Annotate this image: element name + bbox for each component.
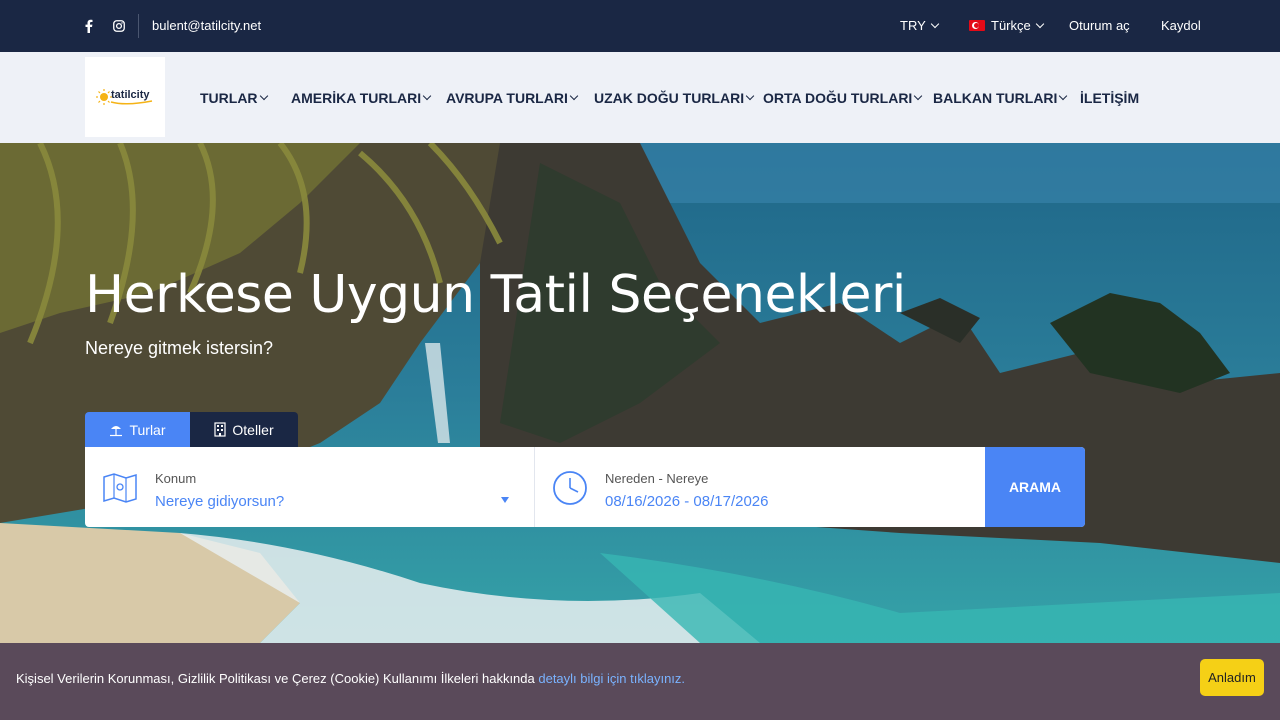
language-selector[interactable]: Türkçe <box>969 18 1044 33</box>
currency-label: TRY <box>900 18 926 33</box>
chevron-down-icon <box>930 19 940 28</box>
cookie-banner: Kişisel Verilerin Korunması, Gizlilik Po… <box>0 643 1280 720</box>
chevron-down-icon <box>914 91 923 101</box>
divider <box>138 14 139 38</box>
nav-item-avrupa[interactable]: AVRUPA TURLARI <box>446 90 579 106</box>
date-range-field[interactable]: Nereden - Nereye 08/16/2026 - 08/17/2026 <box>535 447 985 527</box>
cookie-message: Kişisel Verilerin Korunması, Gizlilik Po… <box>16 671 539 686</box>
language-label: Türkçe <box>991 18 1031 33</box>
location-input[interactable]: Nereye gidiyorsun? <box>155 493 284 510</box>
tab-tours-label: Turlar <box>129 421 166 438</box>
nav-item-amerika[interactable]: AMERİKA TURLARI <box>291 90 432 106</box>
tab-hotels-label: Oteller <box>232 421 274 438</box>
nav-label: AMERİKA TURLARI <box>291 90 422 106</box>
hero-title: Herkese Uygun Tatil Seçenekleri <box>85 265 906 325</box>
search-form: Konum Nereye gidiyorsun? Nereden - Nerey… <box>85 447 1085 527</box>
nav-label: TURLAR <box>200 90 258 106</box>
chevron-down-icon <box>745 91 755 101</box>
chevron-down-icon <box>259 91 268 101</box>
tab-tours[interactable]: Turlar <box>85 412 190 447</box>
date-range-input[interactable]: 08/16/2026 - 08/17/2026 <box>605 493 768 510</box>
nav-label: BALKAN TURLARI <box>933 90 1058 106</box>
logo[interactable]: tatilcity <box>85 57 165 137</box>
chevron-down-icon <box>569 91 579 101</box>
chevron-down-icon <box>1035 19 1044 28</box>
nav-item-uzak-dogu[interactable]: UZAK DOĞU TURLARI <box>594 90 755 106</box>
register-link[interactable]: Kaydol <box>1161 18 1201 33</box>
login-link[interactable]: Oturum aç <box>1069 18 1130 33</box>
hero-subtitle: Nereye gitmek istersin? <box>85 338 274 358</box>
date-range-label: Nereden - Nereye <box>605 471 709 486</box>
hero-section: Herkese Uygun Tatil Seçenekleri Nereye g… <box>0 143 1280 643</box>
nav-item-turlar[interactable]: TURLAR <box>200 90 268 106</box>
instagram-icon[interactable] <box>111 18 127 34</box>
nav-label: ORTA DOĞU TURLARI <box>763 90 913 106</box>
contact-email[interactable]: bulent@tatilcity.net <box>152 18 261 33</box>
beach-icon <box>110 425 123 436</box>
hero-background-image <box>0 143 1280 643</box>
caret-down-icon[interactable] <box>501 497 509 503</box>
chevron-down-icon <box>1059 91 1068 101</box>
location-field[interactable]: Konum Nereye gidiyorsun? <box>85 447 535 527</box>
main-navbar: tatilcity TURLAR AMERİKA TURLARI AVRUPA … <box>0 52 1280 143</box>
cookie-accept-button[interactable]: Anladım <box>1200 659 1264 696</box>
clock-icon <box>553 471 587 505</box>
map-icon <box>103 473 137 503</box>
logo-text: tatilcity <box>111 89 150 101</box>
nav-label: UZAK DOĞU TURLARI <box>594 90 745 106</box>
chevron-down-icon <box>422 91 432 101</box>
cookie-text: Kişisel Verilerin Korunması, Gizlilik Po… <box>16 671 685 686</box>
search-button[interactable]: ARAMA <box>985 447 1085 527</box>
logo-image: tatilcity <box>96 89 153 105</box>
nav-item-orta-dogu[interactable]: ORTA DOĞU TURLARI <box>763 90 923 106</box>
nav-item-balkan[interactable]: BALKAN TURLARI <box>933 90 1068 106</box>
location-label: Konum <box>155 471 197 486</box>
currency-selector[interactable]: TRY <box>900 18 940 33</box>
nav-item-iletisim[interactable]: İLETİŞİM <box>1080 90 1139 106</box>
cookie-details-link[interactable]: detaylı bilgi için tıklayınız. <box>538 671 685 686</box>
turkey-flag-icon <box>969 20 985 31</box>
building-icon <box>214 422 226 437</box>
nav-label: AVRUPA TURLARI <box>446 90 568 106</box>
facebook-icon[interactable] <box>81 18 97 34</box>
tab-hotels[interactable]: Oteller <box>190 412 298 447</box>
top-bar: bulent@tatilcity.net TRY Türkçe Oturum a… <box>0 0 1280 52</box>
